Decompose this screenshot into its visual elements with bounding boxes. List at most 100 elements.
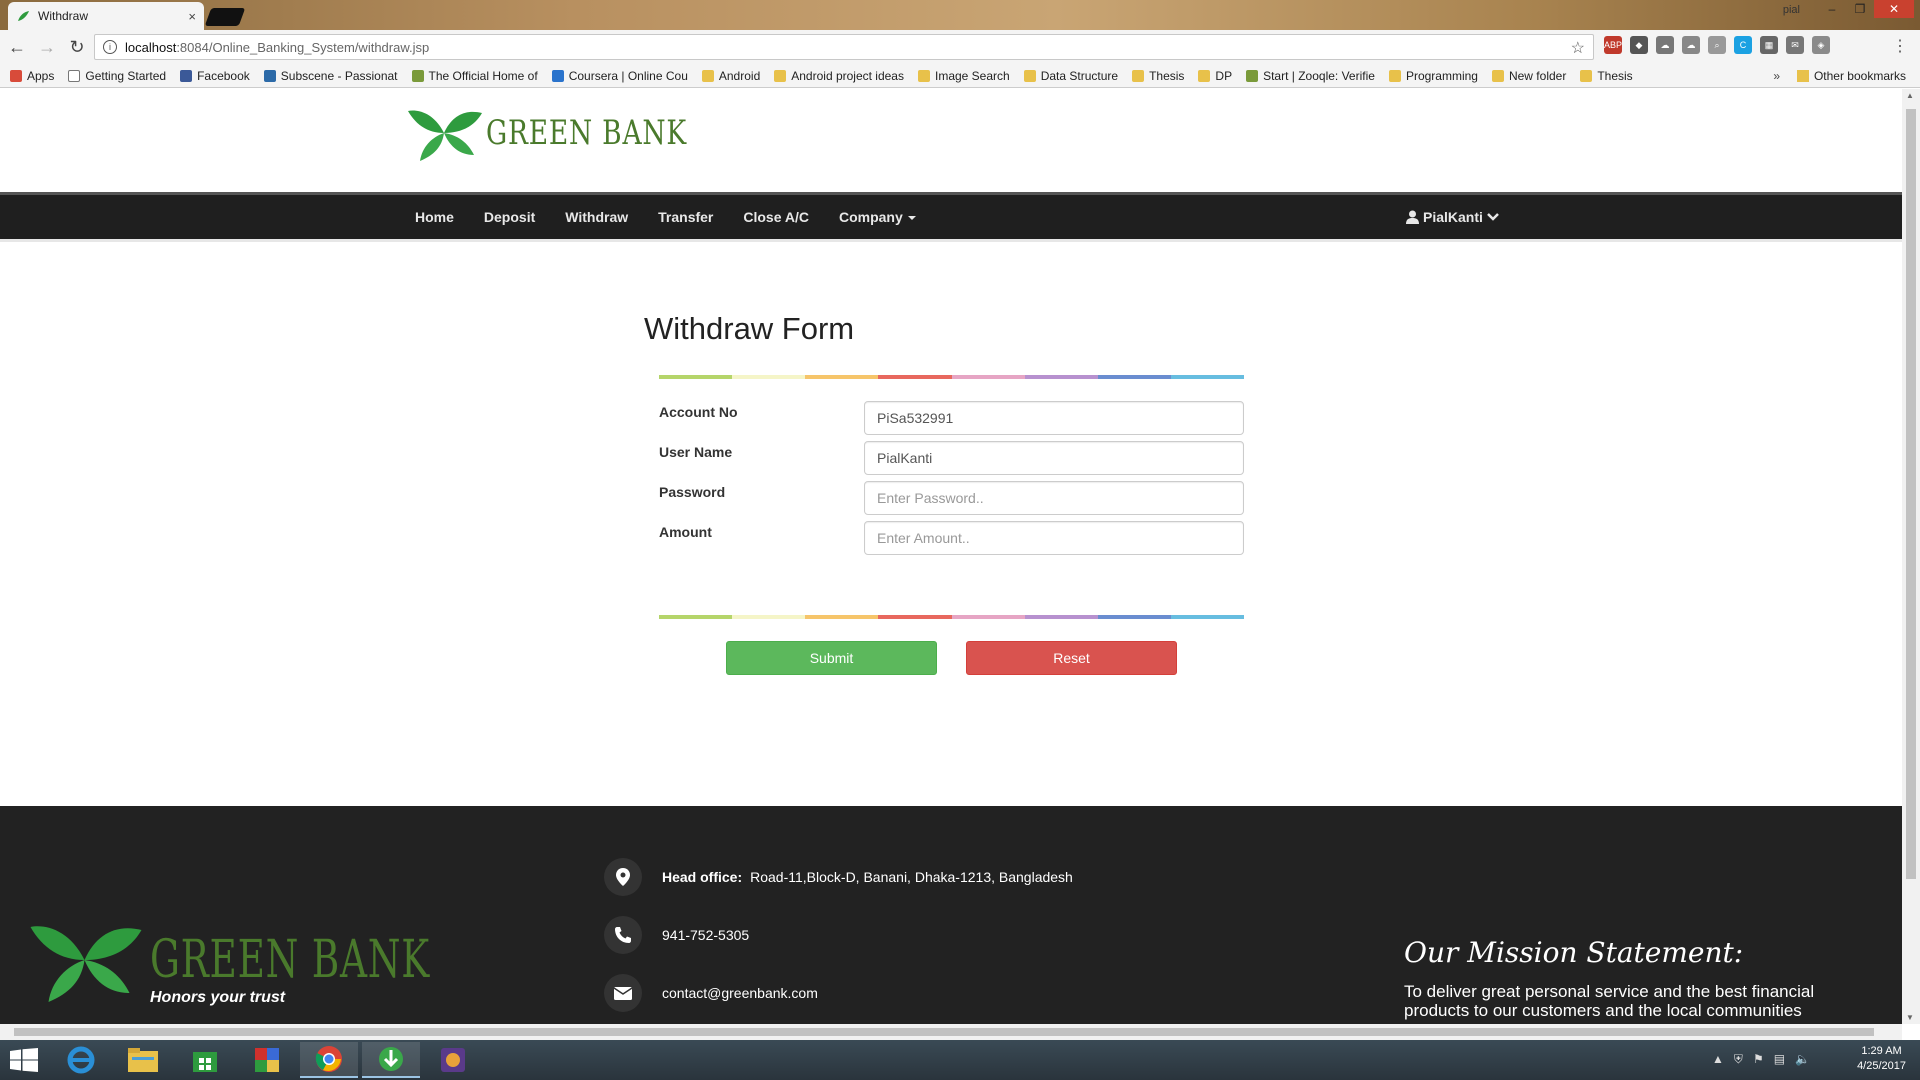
tray-network-icon[interactable]: ▤ [1774,1052,1785,1067]
bookmark-item[interactable]: Subscene - Passionat [263,69,398,83]
nav-label: Company [838,209,903,225]
clock-date: 4/25/2017 [1857,1060,1906,1072]
rainbow-segment [659,615,733,619]
store-icon[interactable] [176,1042,234,1078]
user-menu[interactable]: PialKanti [1406,195,1499,239]
scrollbar-thumb[interactable] [14,1028,1874,1036]
tab-close-icon[interactable]: × [188,9,196,24]
nav-home[interactable]: Home [400,209,469,225]
folder-icon [1580,69,1593,82]
shield-extension-icon[interactable]: ◈ [1812,36,1830,54]
vertical-scrollbar[interactable]: ▲ ▼ [1902,89,1920,1024]
browser-menu-icon[interactable]: ⋮ [1892,36,1908,56]
bookmark-item[interactable]: Android [701,69,760,83]
horizontal-scrollbar[interactable] [0,1024,1902,1040]
bookmark-label: Start | Zooqle: Verifie [1263,68,1375,83]
nav-deposit[interactable]: Deposit [469,209,550,225]
maximize-icon[interactable]: ❐ [1846,0,1874,18]
bookmark-item[interactable]: DP [1198,69,1232,83]
extension-icons: ABP ◆ ☁ ☁ ⌕ C ▦ ✉ ◈ [1604,36,1830,54]
scroll-up-icon[interactable]: ▲ [1906,91,1914,100]
address-bar[interactable]: i localhost:8084/Online_Banking_System/w… [94,34,1594,60]
forward-arrow-icon[interactable]: → [34,34,60,60]
bookmark-label: Thesis [1149,68,1185,83]
amount-label: Amount [659,524,712,540]
file-explorer-icon[interactable] [114,1042,172,1078]
window-close-icon[interactable]: ✕ [1874,0,1914,18]
adblock-extension-icon[interactable]: ABP [1604,36,1622,54]
bookmark-item[interactable]: Android project ideas [774,69,904,83]
bookmarks-overflow-icon[interactable]: » [1773,69,1780,83]
weather-extension-icon[interactable]: ☁ [1682,36,1700,54]
amount-input[interactable] [864,521,1244,555]
email-address[interactable]: contact@greenbank.com [662,985,818,1001]
browser-titlebar: Withdraw × pial – ❐ ✕ [0,0,1920,30]
folder-icon [1388,69,1401,82]
minimize-icon[interactable]: – [1818,0,1846,18]
window-user-label: pial [1782,4,1800,16]
bookmark-item[interactable]: Facebook [180,69,250,83]
mission-title: Our Mission Statement: [1404,936,1744,969]
other-bookmarks[interactable]: Other bookmarks [1796,69,1906,83]
url-host: localhost [125,39,177,55]
phone-icon [604,916,642,954]
nav-company[interactable]: Company [824,209,931,225]
chrome-icon[interactable] [300,1042,358,1078]
tray-volume-icon[interactable]: 🔈 [1795,1052,1810,1067]
account-no-input[interactable] [864,401,1244,435]
tray-flag-icon[interactable]: ⚑ [1753,1052,1764,1067]
bookmark-item[interactable]: Thesis [1580,69,1633,83]
nav-label: Home [415,209,454,225]
bookmark-item[interactable]: The Official Home of [411,68,538,83]
grid-extension-icon[interactable]: ▦ [1760,36,1778,54]
rainbow-segment [1024,375,1098,379]
reset-button[interactable]: Reset [966,641,1177,675]
java-ee-ide-icon[interactable] [424,1042,482,1078]
bookmark-star-icon[interactable]: ☆ [1571,38,1585,58]
bookmark-label: The Official Home of [428,68,538,83]
page-info-icon[interactable]: i [103,40,117,54]
scrollbar-thumb[interactable] [1906,109,1916,879]
back-arrow-icon[interactable]: ← [4,34,30,60]
rainbow-segment [805,375,879,379]
internet-explorer-icon[interactable] [52,1042,110,1078]
brand-name: GREEN BANK [486,113,687,153]
bookmark-item[interactable]: New folder [1491,69,1566,83]
nav-transfer[interactable]: Transfer [643,209,728,225]
new-tab-button[interactable] [204,8,246,26]
reload-icon[interactable]: ↻ [64,34,90,60]
nav-withdraw[interactable]: Withdraw [550,209,643,225]
extension-icon[interactable]: ◆ [1630,36,1648,54]
taskbar-clock[interactable]: 1:29 AM 4/25/2017 [1857,1044,1906,1074]
bookmark-item[interactable]: Apps [10,69,54,83]
bookmark-item[interactable]: Getting Started [68,69,166,83]
bookmark-item[interactable]: Coursera | Online Cou [551,69,688,83]
bookmark-item[interactable]: Programming [1388,69,1478,83]
leaf-logo-icon [408,110,482,161]
mail-extension-icon[interactable]: ✉ [1786,36,1804,54]
windows-start-icon[interactable] [10,1048,38,1072]
bookmark-item[interactable]: Start | Zooqle: Verifie [1246,69,1375,83]
tray-shield-icon[interactable]: ⛨ [1734,1052,1743,1067]
submit-button[interactable]: Submit [726,641,937,675]
bookmark-item[interactable]: Thesis [1132,69,1184,83]
bookmark-item[interactable]: Data Structure [1023,69,1118,83]
tray-chevron-up-icon[interactable]: ▲ [1712,1052,1724,1067]
search-extension-icon[interactable]: ⌕ [1708,36,1726,54]
rainbow-segment [878,375,952,379]
user-name-input[interactable] [864,441,1244,475]
header-logo[interactable]: GREEN BANK [408,105,744,161]
password-input[interactable] [864,481,1244,515]
internet-download-manager-icon[interactable] [362,1042,420,1078]
head-office-label: Head office: [662,869,743,885]
c-extension-icon[interactable]: C [1734,36,1752,54]
browser-tab-withdraw[interactable]: Withdraw × [8,2,204,30]
winrar-icon[interactable] [238,1042,296,1078]
mission-text: To deliver great personal service and th… [1404,982,1815,1024]
nav-close-a-c[interactable]: Close A/C [728,209,824,225]
cloud-extension-icon[interactable]: ☁ [1656,36,1674,54]
rainbow-divider-top [659,375,1244,379]
folder-icon [1491,69,1504,82]
bookmark-item[interactable]: Image Search [917,69,1010,83]
scroll-down-icon[interactable]: ▼ [1906,1013,1914,1022]
